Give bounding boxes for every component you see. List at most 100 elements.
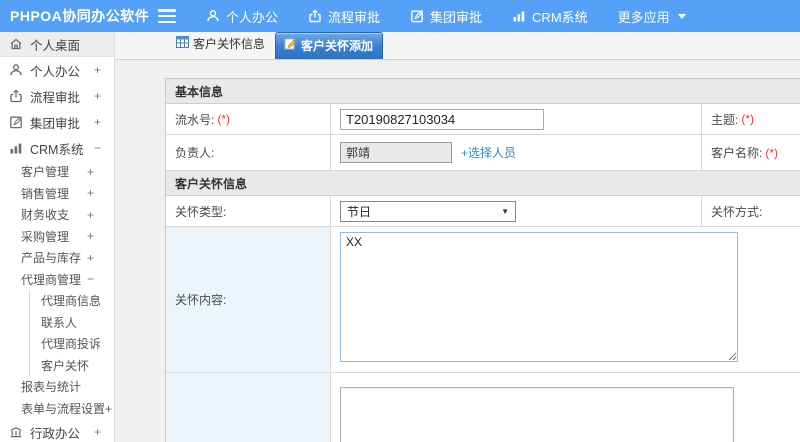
sidebar-item-customer-mgmt[interactable]: 客户管理 +: [0, 161, 114, 183]
nav-personal-office[interactable]: 个人办公: [206, 7, 278, 26]
expand-plus-icon[interactable]: +: [94, 89, 101, 103]
expand-plus-icon[interactable]: +: [87, 165, 94, 179]
caret-down-icon: [677, 13, 686, 19]
sidebar-label: CRM系统: [30, 142, 84, 157]
sidebar-label: 行政办公: [30, 426, 81, 441]
serial-input[interactable]: [340, 108, 544, 130]
sidebar-label: 报表与统计: [21, 380, 82, 395]
sidebar-label: 代理商投诉: [41, 337, 102, 352]
nav-label: 个人办公: [226, 9, 279, 25]
care-content-textarea[interactable]: XX: [340, 232, 738, 362]
owner-label: 负责人:: [166, 135, 331, 170]
expand-plus-icon[interactable]: +: [87, 251, 94, 265]
collapse-minus-icon[interactable]: −: [87, 272, 94, 286]
edit-square-icon: [410, 9, 424, 23]
edit-square-icon: [9, 115, 23, 129]
sidebar-item-purchase-mgmt[interactable]: 采购管理 +: [0, 226, 114, 248]
care-method-label: 关怀方式:: [701, 196, 800, 226]
required-marker: (*): [765, 145, 779, 160]
sidebar-item-contacts[interactable]: 联系人: [30, 312, 114, 334]
expand-plus-icon[interactable]: +: [94, 115, 101, 129]
care-content-label: 关怀内容:: [166, 227, 331, 372]
form-row-owner: 负责人: +选择人员 客户名称: (*): [166, 135, 800, 171]
sidebar-label: 客户管理: [21, 165, 70, 180]
expand-plus-icon[interactable]: +: [94, 63, 101, 77]
sidebar-item-customer-care[interactable]: 客户关怀: [30, 355, 114, 377]
sidebar-item-sales-mgmt[interactable]: 销售管理 +: [0, 183, 114, 205]
table-grid-icon: [176, 36, 189, 51]
expand-plus-icon[interactable]: +: [94, 425, 101, 439]
sidebar-item-finance[interactable]: 财务收支 +: [0, 204, 114, 226]
nav-crm-system[interactable]: CRM系统: [512, 7, 588, 26]
subject-label: 主题: (*): [701, 104, 800, 134]
sidebar-item-product-inventory[interactable]: 产品与库存 +: [0, 247, 114, 269]
form-row-care-content: 关怀内容: XX: [166, 227, 800, 373]
sidebar-label: 表单与流程设置+: [21, 401, 113, 416]
sidebar-item-agent-complaints[interactable]: 代理商投诉: [30, 333, 114, 355]
extra-content-textarea[interactable]: [340, 387, 734, 442]
customer-care-form: 基本信息 流水号: (*) 主题: (*) 负责人:: [165, 78, 800, 442]
tab-strip: 客户关怀信息 客户关怀添加: [115, 32, 800, 60]
required-marker: (*): [217, 112, 231, 126]
form-row-serial: 流水号: (*) 主题: (*): [166, 104, 800, 135]
serial-cell: [331, 104, 701, 134]
nav-label: 集团审批: [430, 9, 483, 25]
form-row-care-type: 关怀类型: 节日 ▼ 关怀方式:: [166, 196, 800, 227]
section-header-basic: 基本信息: [166, 79, 800, 104]
flow-approval-icon: [9, 89, 23, 103]
sidebar-item-reports-stats[interactable]: 报表与统计: [0, 376, 114, 398]
nav-more-apps[interactable]: 更多应用: [618, 7, 686, 26]
expand-plus-icon[interactable]: +: [87, 208, 94, 222]
care-type-select[interactable]: 节日 ▼: [340, 200, 516, 222]
serial-label: 流水号: (*): [166, 104, 331, 134]
sidebar-item-group-approval[interactable]: 集团审批 +: [0, 109, 114, 135]
tab-customer-care-info[interactable]: 客户关怀信息: [172, 30, 269, 59]
form-row-extra-content: [166, 373, 800, 442]
nav-label: CRM系统: [532, 9, 588, 25]
care-content-cell: XX: [331, 227, 800, 372]
owner-input[interactable]: [340, 142, 452, 163]
menu-toggle-icon[interactable]: [158, 9, 176, 23]
select-person-link[interactable]: +选择人员: [461, 144, 516, 161]
sidebar-item-personal-office[interactable]: 个人办公 +: [0, 57, 114, 83]
nav-flow-approval[interactable]: 流程审批: [308, 7, 380, 26]
sidebar-item-crm-system[interactable]: CRM系统 −: [0, 135, 114, 161]
sidebar-label: 联系人: [41, 315, 78, 330]
nav-label: 流程审批: [328, 9, 381, 25]
tab-label: 客户关怀添加: [301, 39, 374, 53]
sidebar-item-desktop[interactable]: 个人桌面: [0, 32, 114, 57]
expand-plus-icon[interactable]: +: [87, 229, 94, 243]
flow-approval-icon: [308, 9, 322, 23]
care-type-label: 关怀类型:: [166, 196, 331, 226]
sidebar-item-flow-approval[interactable]: 流程审批 +: [0, 83, 114, 109]
sidebar-label: 流程审批: [30, 90, 81, 105]
section-header-care: 客户关怀信息: [166, 171, 800, 196]
sidebar-label: 个人桌面: [30, 38, 81, 53]
nav-label: 更多应用: [617, 9, 670, 25]
sidebar-label: 财务收支: [21, 208, 70, 223]
tab-label: 客户关怀信息: [193, 37, 266, 51]
extra-content-label: [166, 373, 331, 442]
nav-group-approval[interactable]: 集团审批: [410, 7, 482, 26]
agent-mgmt-submenu: 代理商信息 联系人 代理商投诉 客户关怀: [29, 290, 114, 376]
sidebar-item-form-flow-settings[interactable]: 表单与流程设置+: [0, 398, 114, 420]
app-logo: PHPOA协同办公软件: [10, 8, 150, 24]
sidebar-label: 集团审批: [30, 116, 81, 131]
building-icon: [9, 425, 23, 439]
care-type-cell: 节日 ▼: [331, 196, 701, 226]
sidebar-item-admin-office[interactable]: 行政办公 +: [0, 419, 114, 442]
sidebar-item-agent-mgmt[interactable]: 代理商管理 −: [0, 269, 114, 291]
required-marker: (*): [741, 112, 755, 126]
tab-customer-care-add[interactable]: 客户关怀添加: [275, 32, 384, 59]
sidebar: 个人桌面 个人办公 + 流程审批 + 集团审批 + CRM系统 − 客户管理 +…: [0, 32, 115, 442]
user-icon: [206, 9, 220, 23]
main-content: 基本信息 流水号: (*) 主题: (*) 负责人:: [115, 60, 800, 442]
expand-plus-icon[interactable]: +: [87, 186, 94, 200]
selected-option: 节日: [347, 204, 372, 219]
sidebar-item-agent-info[interactable]: 代理商信息: [30, 290, 114, 312]
bar-chart-icon: [512, 9, 526, 23]
sidebar-label: 个人办公: [30, 64, 81, 79]
collapse-minus-icon[interactable]: −: [94, 141, 101, 155]
sidebar-label: 产品与库存: [21, 251, 82, 266]
sidebar-label: 销售管理: [21, 186, 70, 201]
